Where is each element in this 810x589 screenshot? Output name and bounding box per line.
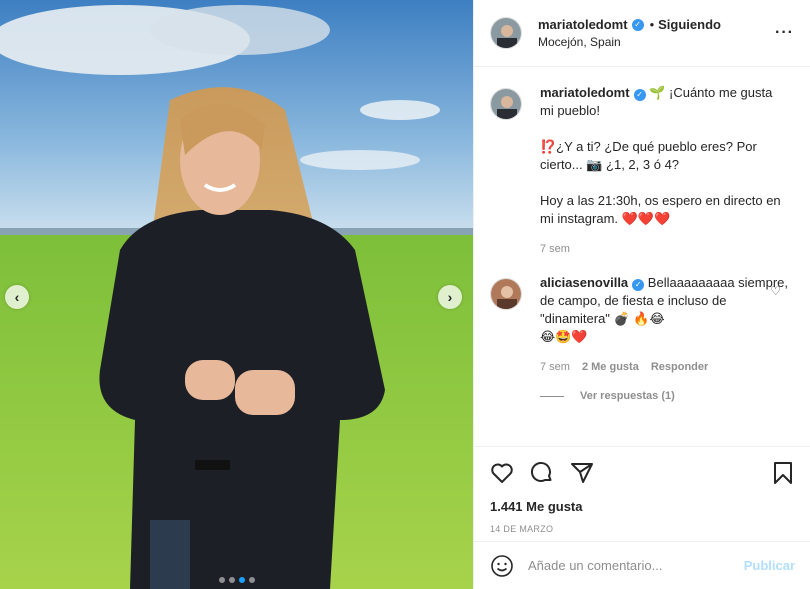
post-header: mariatoledomt ✓ • Siguiendo Mocejón, Spa…	[474, 0, 810, 67]
separator: •	[649, 17, 655, 32]
carousel-dot	[248, 577, 255, 583]
verified-badge-icon: ✓	[633, 89, 646, 101]
view-replies-button[interactable]: Ver respuestas (1)	[540, 390, 810, 402]
carousel-dot	[218, 577, 225, 583]
carousel-indicator	[0, 577, 473, 583]
post-photo[interactable]: ‹ ›	[0, 0, 473, 589]
share-paper-plane-icon[interactable]	[570, 461, 594, 485]
commenter-avatar[interactable]	[490, 278, 522, 310]
caption-time[interactable]: 7 sem	[540, 240, 570, 258]
comment-likes[interactable]: 2 Me gusta	[582, 358, 639, 376]
comment-time[interactable]: 7 sem	[540, 358, 570, 376]
caption-author-username[interactable]: mariatoledomt	[540, 85, 630, 100]
next-slide-button[interactable]: ›	[438, 285, 462, 309]
following-button[interactable]: Siguiendo	[658, 17, 721, 32]
comment-item: aliciasenovilla ✓ Bellaaaaaaaaa siempre, …	[474, 258, 810, 376]
more-options-icon[interactable]: ···	[775, 24, 794, 42]
post-actions: 1.441 Me gusta 14 DE MARZO	[474, 446, 810, 534]
author-username[interactable]: mariatoledomt	[538, 17, 628, 32]
publish-button[interactable]: Publicar	[744, 558, 795, 573]
caption-text: 🌱 ¡Cuánto me gusta mi pueblo! ⁉️¿Y a ti?…	[540, 85, 781, 226]
add-comment-bar: Publicar	[474, 541, 810, 589]
replies-divider	[540, 395, 564, 397]
previous-slide-button[interactable]: ‹	[5, 285, 29, 309]
comment-bubble-icon[interactable]	[530, 461, 554, 485]
emoji-smiley-icon[interactable]	[490, 554, 514, 578]
post-date: 14 DE MARZO	[490, 524, 554, 534]
commenter-username[interactable]: aliciasenovilla	[540, 275, 628, 290]
verified-badge-icon: ✓	[632, 279, 645, 291]
comment-input[interactable]	[528, 558, 744, 573]
post-details-panel: mariatoledomt ✓ • Siguiendo Mocejón, Spa…	[473, 0, 810, 589]
carousel-dot	[228, 577, 235, 583]
author-avatar[interactable]	[490, 17, 522, 49]
chevron-left-icon: ‹	[14, 289, 20, 305]
comments-list[interactable]: mariatoledomt ✓ 🌱 ¡Cuánto me gusta mi pue…	[474, 68, 810, 446]
carousel-dot-active	[238, 577, 245, 583]
caption-author-avatar[interactable]	[490, 88, 522, 120]
likes-count[interactable]: 1.441 Me gusta	[490, 499, 795, 514]
verified-badge-icon: ✓	[631, 18, 644, 31]
view-replies-label: Ver respuestas (1)	[580, 390, 675, 402]
save-bookmark-icon[interactable]	[771, 461, 795, 485]
reply-button[interactable]: Responder	[651, 358, 708, 376]
caption: mariatoledomt ✓ 🌱 ¡Cuánto me gusta mi pue…	[474, 68, 810, 258]
like-comment-heart-icon[interactable]: ♡	[770, 284, 781, 298]
photo-image	[0, 0, 473, 589]
post-location[interactable]: Mocejón, Spain	[538, 35, 721, 49]
like-heart-icon[interactable]	[490, 461, 514, 485]
chevron-right-icon: ›	[447, 289, 453, 305]
